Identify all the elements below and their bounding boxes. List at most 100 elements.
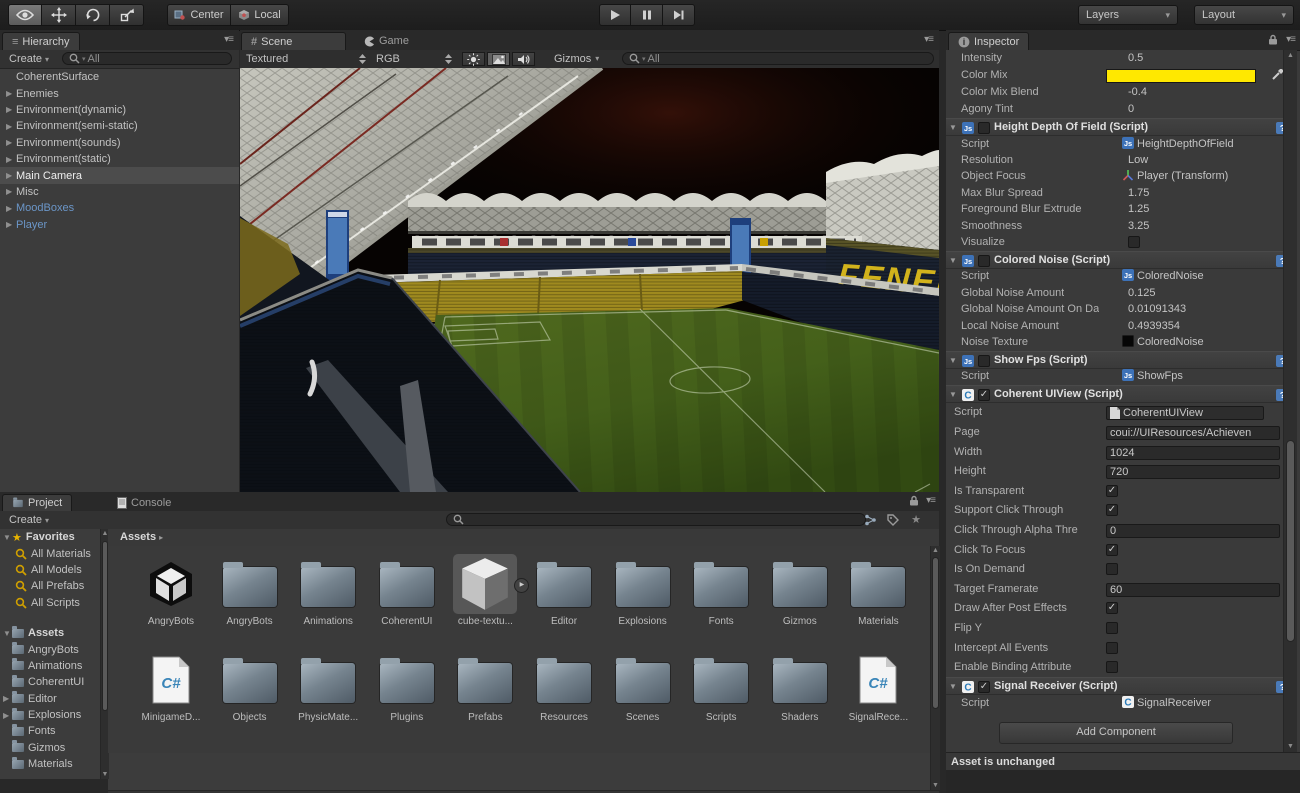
scroll-up-icon[interactable]: ▲ bbox=[931, 547, 940, 554]
hierarchy-item-coherentsurface[interactable]: CoherentSurface bbox=[0, 69, 239, 85]
object-reference[interactable]: ShowFps bbox=[1137, 370, 1183, 382]
field-value[interactable]: 1.25 bbox=[1128, 203, 1149, 215]
tree-item-materials[interactable]: Materials bbox=[0, 756, 100, 772]
foldout-arrow-icon[interactable]: ▼ bbox=[949, 123, 957, 132]
foldout-arrow-icon[interactable]: ▶ bbox=[6, 155, 16, 164]
foldout-arrow-icon[interactable]: ▼ bbox=[3, 533, 12, 542]
asset-item-objects[interactable]: Objects bbox=[211, 650, 289, 723]
saved-search-star-icon[interactable]: ★ bbox=[911, 513, 921, 526]
hierarchy-item-environment-semi-static[interactable]: ▶Environment(semi-static) bbox=[0, 118, 239, 134]
tab-scene[interactable]: # Scene bbox=[241, 32, 346, 50]
object-reference[interactable]: ColoredNoise bbox=[1137, 270, 1204, 282]
inspector-panel-menu-icon[interactable]: ▾≡ bbox=[1286, 34, 1295, 45]
assets-scroll-thumb[interactable] bbox=[932, 557, 939, 709]
asset-item-angrybots[interactable]: AngryBots bbox=[132, 554, 210, 627]
scene-viewport[interactable]: FENER bbox=[240, 68, 939, 492]
scroll-up-icon[interactable]: ▲ bbox=[1284, 52, 1297, 59]
hierarchy-item-environment-dynamic[interactable]: ▶Environment(dynamic) bbox=[0, 102, 239, 118]
project-create-button[interactable]: Create▾ bbox=[4, 513, 54, 527]
foldout-arrow-icon[interactable]: ▶ bbox=[6, 171, 16, 180]
project-panel-menu-icon[interactable]: ▾≡ bbox=[926, 495, 935, 506]
field-value[interactable]: 0.125 bbox=[1128, 287, 1156, 299]
foldout-arrow-icon[interactable]: ▶ bbox=[6, 105, 16, 114]
field-value[interactable]: 3.25 bbox=[1128, 220, 1149, 232]
breadcrumb[interactable]: Assets ▸ bbox=[120, 531, 163, 543]
foldout-arrow-icon[interactable]: ▼ bbox=[949, 256, 957, 265]
asset-item-plugins[interactable]: Plugins bbox=[368, 650, 446, 723]
gizmos-dropdown[interactable]: Gizmos ▾ bbox=[554, 51, 612, 66]
search-by-label-icon[interactable] bbox=[887, 514, 899, 526]
step-button[interactable] bbox=[663, 4, 695, 26]
tree-item-animations[interactable]: Animations bbox=[0, 658, 100, 674]
scene-panel-menu-icon[interactable]: ▾≡ bbox=[924, 34, 933, 45]
foldout-arrow-icon[interactable]: ▶ bbox=[6, 220, 16, 229]
tab-inspector[interactable]: i Inspector bbox=[948, 32, 1029, 50]
pivot-center-button[interactable]: Center bbox=[167, 4, 231, 26]
eyedropper-icon[interactable] bbox=[1271, 69, 1283, 81]
field-value[interactable]: 0.01091343 bbox=[1128, 303, 1186, 315]
inspector-scroll-thumb[interactable] bbox=[1286, 440, 1295, 642]
field-value[interactable]: 0.4939354 bbox=[1128, 320, 1180, 332]
hierarchy-item-enemies[interactable]: ▶Enemies bbox=[0, 85, 239, 101]
tab-project[interactable]: Project bbox=[2, 494, 72, 511]
object-reference[interactable]: Player (Transform) bbox=[1137, 170, 1228, 182]
asset-item-shaders[interactable]: Shaders bbox=[761, 650, 839, 723]
asset-item-scenes[interactable]: Scenes bbox=[604, 650, 682, 723]
asset-item-animations[interactable]: Animations bbox=[289, 554, 367, 627]
tree-item-fonts[interactable]: Fonts bbox=[0, 723, 100, 739]
hierarchy-item-environment-static[interactable]: ▶Environment(static) bbox=[0, 151, 239, 167]
checkbox[interactable] bbox=[1106, 563, 1118, 575]
foldout-arrow-icon[interactable]: ▶ bbox=[6, 138, 16, 147]
asset-item-editor[interactable]: Editor bbox=[525, 554, 603, 627]
text-field[interactable]: coui://UIResources/Achieven bbox=[1106, 426, 1280, 440]
asset-item-cube-textu[interactable]: ▶cube-textu... bbox=[446, 554, 524, 627]
tree-item-all-models[interactable]: All Models bbox=[0, 562, 100, 578]
object-reference[interactable]: ColoredNoise bbox=[1137, 336, 1204, 348]
tab-console[interactable]: Console bbox=[108, 494, 180, 511]
foldout-arrow-icon[interactable]: ▶ bbox=[6, 122, 16, 131]
rendermode-dropdown[interactable]: Textured bbox=[246, 51, 366, 66]
hierarchy-panel-menu-icon[interactable]: ▾≡ bbox=[224, 34, 233, 45]
asset-item-fonts[interactable]: Fonts bbox=[682, 554, 760, 627]
foldout-arrow-icon[interactable]: ▶ bbox=[6, 89, 16, 98]
asset-item-physicmate[interactable]: PhysicMate... bbox=[289, 650, 367, 723]
foldout-arrow-icon[interactable]: ▼ bbox=[3, 629, 12, 638]
foldout-arrow-icon[interactable]: ▶ bbox=[6, 187, 16, 196]
hierarchy-item-main-camera[interactable]: ▶Main Camera bbox=[0, 167, 239, 183]
component-enabled-checkbox[interactable] bbox=[978, 255, 990, 267]
foldout-arrow-icon[interactable]: ▶ bbox=[3, 694, 12, 703]
object-field[interactable]: CoherentUIView bbox=[1106, 406, 1264, 420]
inspector-scrollbar[interactable]: ▲ ▼ bbox=[1283, 50, 1297, 752]
checkbox[interactable] bbox=[1106, 642, 1118, 654]
pause-button[interactable] bbox=[631, 4, 663, 26]
asset-item-prefabs[interactable]: Prefabs bbox=[446, 650, 524, 723]
text-field[interactable]: 60 bbox=[1106, 583, 1280, 597]
checkbox[interactable] bbox=[1128, 236, 1140, 248]
foldout-arrow-icon[interactable]: ▼ bbox=[949, 390, 957, 399]
foldout-arrow-icon[interactable]: ▶ bbox=[6, 204, 16, 213]
checkbox[interactable]: ✓ bbox=[1106, 485, 1118, 497]
pivot-local-button[interactable]: Local bbox=[231, 4, 289, 26]
asset-item-signalrece[interactable]: C#SignalRece... bbox=[839, 650, 917, 723]
tree-item-all-scripts[interactable]: All Scripts bbox=[0, 595, 100, 611]
tree-item-all-prefabs[interactable]: All Prefabs bbox=[0, 578, 100, 594]
field-value[interactable]: 1.75 bbox=[1128, 187, 1149, 199]
asset-item-materials[interactable]: Materials bbox=[839, 554, 917, 627]
lighting-toggle[interactable] bbox=[462, 52, 485, 66]
scale-tool-button[interactable] bbox=[110, 4, 144, 26]
text-field[interactable]: 0 bbox=[1106, 524, 1280, 538]
tree-item-angrybots[interactable]: AngryBots bbox=[0, 641, 100, 657]
tab-game[interactable]: Game bbox=[355, 32, 445, 50]
move-tool-button[interactable] bbox=[42, 4, 76, 26]
object-reference[interactable]: HeightDepthOfField bbox=[1137, 138, 1234, 150]
hierarchy-search-input[interactable]: ▾ All bbox=[62, 52, 232, 65]
tab-hierarchy[interactable]: ≡Hierarchy bbox=[2, 32, 80, 50]
view-tool-button[interactable] bbox=[8, 4, 42, 26]
component-enabled-checkbox[interactable]: ✓ bbox=[978, 389, 990, 401]
layout-dropdown[interactable]: Layout▾ bbox=[1194, 5, 1294, 25]
checkbox[interactable]: ✓ bbox=[1106, 504, 1118, 516]
lock-icon[interactable] bbox=[1268, 34, 1278, 45]
tree-item-explosions[interactable]: ▶Explosions bbox=[0, 707, 100, 723]
text-field[interactable]: 720 bbox=[1106, 465, 1280, 479]
checkbox[interactable] bbox=[1106, 622, 1118, 634]
